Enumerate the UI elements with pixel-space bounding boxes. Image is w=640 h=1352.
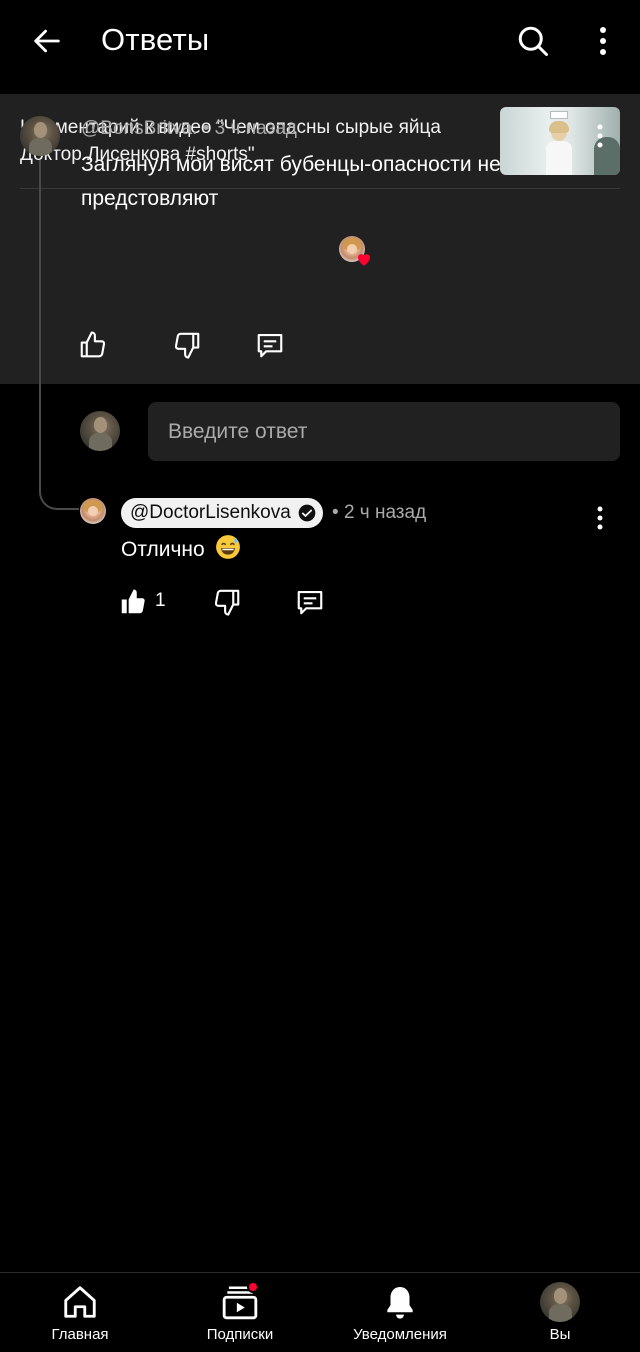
creator-heart-badge (337, 234, 375, 270)
bottom-navigation: Главная Подписки Уведомления Вы (0, 1272, 640, 1352)
thumbs-up-filled-icon (121, 589, 145, 614)
thumbs-down-icon (214, 589, 240, 616)
search-icon (518, 26, 548, 56)
home-icon (59, 1281, 101, 1323)
parent-comment-text: Заглянул мои висят бубенцы-опасности не … (81, 153, 501, 210)
comment-icon (257, 333, 283, 358)
more-vertical-icon (600, 27, 606, 55)
comment-icon (297, 590, 323, 615)
reply-author-badge[interactable]: @DoctorLisenkova (121, 498, 323, 528)
nav-you[interactable]: Вы (480, 1273, 640, 1352)
parent-comment-menu-button[interactable] (585, 118, 615, 154)
subscriptions-badge (247, 1281, 259, 1293)
reply-text: Отлично (121, 538, 205, 561)
thumbnail-sign (550, 111, 568, 119)
more-vertical-icon (597, 124, 603, 148)
search-button[interactable] (510, 18, 556, 64)
verified-check-icon (298, 504, 316, 522)
parent-like-button[interactable] (73, 325, 113, 365)
nav-subscriptions[interactable]: Подписки (160, 1273, 320, 1352)
nav-home-label: Главная (51, 1326, 109, 1343)
parent-comment-meta: @BorisBritva. • 3 ч назад (81, 118, 297, 140)
nav-notifications-label: Уведомления (353, 1326, 447, 1343)
thread-line-curve (39, 470, 79, 510)
reply-time: 2 ч назад (343, 502, 427, 523)
reply-author: @DoctorLisenkova (130, 502, 291, 523)
meta-separator: • (202, 118, 215, 139)
more-vertical-icon (597, 506, 603, 530)
parent-dislike-button[interactable] (167, 325, 207, 365)
reply-like-count: 1 (155, 590, 166, 611)
page-title: Ответы (101, 22, 210, 57)
profile-avatar (540, 1282, 580, 1322)
grinning-sweat-emoji (215, 535, 240, 559)
thread-line (39, 160, 41, 490)
arrow-left-icon (34, 29, 60, 53)
bell-icon (379, 1281, 421, 1323)
subscriptions-icon (219, 1281, 261, 1323)
parent-comment-avatar[interactable] (20, 116, 60, 156)
nav-notifications[interactable]: Уведомления (320, 1273, 480, 1352)
top-app-bar: Ответы (0, 0, 640, 82)
more-options-button[interactable] (584, 18, 622, 64)
meta-separator: • (332, 502, 344, 523)
nav-you-label: Вы (549, 1326, 571, 1343)
heart-icon (358, 254, 370, 266)
reply-input[interactable]: Введите ответ (148, 402, 620, 461)
profile-avatar-wrapper (539, 1281, 581, 1323)
parent-reply-button[interactable] (250, 325, 290, 365)
reply-author-avatar[interactable] (80, 498, 106, 524)
reply-text-line: Отлично (121, 534, 241, 565)
parent-comment-author[interactable]: @BorisBritva. (81, 118, 197, 139)
reply-like-button[interactable] (113, 582, 153, 622)
nav-home[interactable]: Главная (0, 1273, 160, 1352)
nav-subscriptions-label: Подписки (206, 1326, 274, 1343)
current-user-avatar (80, 411, 120, 451)
reply-menu-button[interactable] (585, 500, 615, 536)
thumbs-down-icon (174, 332, 200, 359)
reply-dislike-button[interactable] (207, 582, 247, 622)
thumbs-up-icon (80, 331, 106, 358)
back-button[interactable] (24, 18, 70, 64)
parent-comment-time: 3 ч назад (214, 118, 297, 139)
reply-reply-button[interactable] (290, 582, 330, 622)
reply-meta: • 2 ч назад (332, 502, 426, 524)
